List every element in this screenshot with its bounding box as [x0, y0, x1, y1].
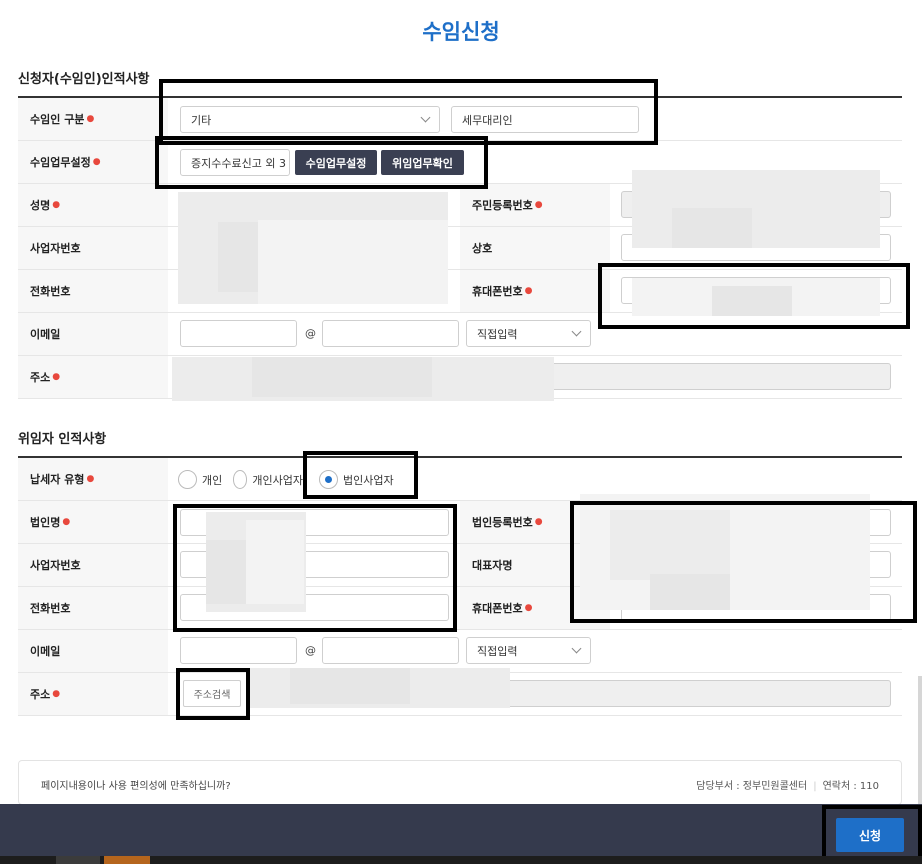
chevron-down-icon [571, 643, 582, 654]
delegator-phone-label: 전화번호 [18, 587, 168, 629]
radio-individual[interactable]: 개인 [178, 470, 222, 489]
required-mark: ● [62, 517, 71, 527]
task-setting-label: 수임업무설정 ● [18, 141, 168, 183]
redacted-area [258, 220, 448, 304]
email-domain-select[interactable]: 직접입력 [466, 320, 591, 347]
dept-contact: 담당부서 : 정부민원콜센터 | 연락처 : 110 [696, 781, 879, 792]
phone-label: 전화번호 [18, 270, 168, 312]
required-mark: ● [534, 517, 543, 527]
delegator-email-id-input[interactable] [180, 637, 297, 664]
bizno-label: 사업자번호 [18, 227, 168, 269]
delegator-email-domain-select[interactable]: 직접입력 [466, 637, 591, 664]
required-mark: ● [86, 474, 95, 484]
address-label: 주소 ● [18, 356, 168, 398]
applicant-type-input[interactable]: 세무대리인 [451, 106, 639, 133]
at-symbol: @ [305, 327, 316, 340]
delegator-bizno-label: 사업자번호 [18, 544, 168, 586]
task-setting-input[interactable]: 증지수수료신고 외 3 [180, 149, 290, 176]
company-label: 상호 [460, 227, 610, 269]
required-mark: ● [524, 286, 533, 296]
taskbar-item[interactable] [56, 856, 100, 864]
redacted-area [252, 357, 432, 397]
name-label: 성명 ● [18, 184, 168, 226]
footer-bar: 신청 [0, 804, 922, 864]
delegator-address-label: 주소 ● [18, 673, 168, 715]
applicant-type-label: 수임인 구분 ● [18, 98, 168, 140]
redacted-area [712, 286, 792, 316]
delegator-address-input[interactable] [500, 680, 891, 707]
scrollbar[interactable] [918, 676, 922, 804]
required-mark: ● [52, 689, 61, 699]
taskbar [0, 856, 922, 864]
chevron-down-icon [571, 326, 582, 337]
radio-individual-business[interactable]: 개인사업자 [233, 470, 303, 489]
redacted-area [290, 668, 410, 704]
page: 수임신청 신청자(수임인)인적사항 수임인 구분 ● 기타 세무대리인 수임업무설… [0, 0, 922, 864]
chevron-down-icon [420, 112, 431, 123]
email-domain-input[interactable] [322, 320, 459, 347]
survey-question: 페이지내용이나 사용 편의성에 만족하십니까? [41, 781, 231, 792]
delegator-email-label: 이메일 [18, 630, 168, 672]
radio-circle [233, 470, 248, 489]
delegator-email-domain-input[interactable] [322, 637, 459, 664]
required-mark: ● [52, 372, 61, 382]
redacted-area [206, 540, 246, 604]
redacted-area [218, 222, 258, 292]
email-row: 이메일 [18, 313, 902, 356]
redacted-area [632, 170, 880, 248]
satisfaction-survey: 페이지내용이나 사용 편의성에 만족하십니까? 담당부서 : 정부민원콜센터 | 연… [18, 760, 902, 805]
radio-circle-selected [319, 470, 338, 489]
email-id-input[interactable] [180, 320, 297, 347]
task-check-button[interactable]: 위임업무확인 [381, 150, 464, 175]
radio-circle [178, 470, 197, 489]
page-title: 수임신청 [422, 20, 500, 44]
address-search-button[interactable]: 주소검색 [183, 680, 241, 707]
mobile-label: 휴대폰번호 ● [460, 270, 610, 312]
taskbar-item[interactable] [104, 856, 150, 864]
redacted-area [610, 510, 730, 580]
taxpayer-type-label: 납세자 유형 ● [18, 458, 168, 500]
required-mark: ● [524, 603, 533, 613]
submit-button[interactable]: 신청 [836, 818, 904, 852]
applicant-type-select[interactable]: 기타 [180, 106, 440, 133]
radio-corporate-business[interactable]: 법인사업자 [319, 470, 394, 489]
delegator-section-title: 위임자 인적사항 [18, 432, 107, 447]
redacted-area [650, 574, 730, 610]
task-set-button[interactable]: 수임업무설정 [295, 150, 377, 175]
email-label: 이메일 [18, 313, 168, 355]
redacted-area [246, 520, 304, 604]
required-mark: ● [534, 200, 543, 210]
required-mark: ● [52, 200, 61, 210]
required-mark: ● [92, 157, 101, 167]
applicant-section-title: 신청자(수임인)인적사항 [18, 72, 150, 87]
at-symbol: @ [305, 644, 316, 657]
delegator-email-row: 이메일 [18, 630, 902, 673]
required-mark: ● [86, 114, 95, 124]
redacted-area [672, 208, 752, 248]
corp-name-label: 법인명 ● [18, 501, 168, 543]
rrn-label: 주민등록번호 ● [460, 184, 610, 226]
address-input[interactable] [540, 363, 891, 390]
